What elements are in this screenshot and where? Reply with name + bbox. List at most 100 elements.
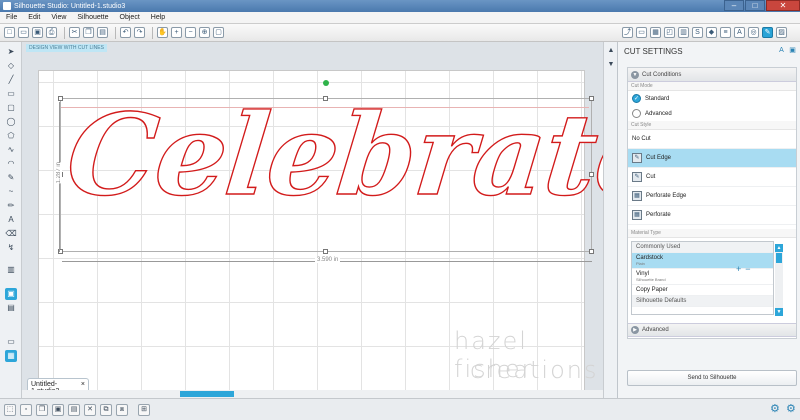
new-icon[interactable]: □	[4, 27, 15, 38]
edit-points-icon[interactable]: ◇	[5, 60, 17, 72]
send-icon[interactable]: ⤴	[622, 27, 633, 38]
library-icon[interactable]: ▥	[678, 27, 689, 38]
resize-handle[interactable]	[589, 249, 594, 254]
close-tab-icon[interactable]: ×	[81, 381, 85, 388]
trace-icon[interactable]: ▨	[776, 27, 787, 38]
pencil-tool-icon[interactable]: ✏	[5, 200, 17, 212]
print-icon[interactable]: ⎙	[46, 27, 57, 38]
weld-icon[interactable]: ⊞	[138, 404, 150, 416]
send-to-silhouette-button[interactable]: Send to Silhouette	[627, 370, 797, 386]
menu-help[interactable]: Help	[151, 14, 165, 21]
undo-icon[interactable]: ↶	[120, 27, 131, 38]
cut-style-cut[interactable]: ✎ Cut	[628, 168, 796, 187]
line-tool-icon[interactable]: ╱	[5, 74, 17, 86]
redo-icon[interactable]: ↷	[134, 27, 145, 38]
ungroup-icon[interactable]: ▤	[68, 404, 80, 416]
document-tab[interactable]: Untitled-1.studio3 ×	[27, 378, 89, 395]
polygon-tool-icon[interactable]: ⬠	[5, 130, 17, 142]
store-panel-icon[interactable]: ▦	[5, 350, 17, 362]
design-page-icon[interactable]: ▣	[5, 288, 17, 300]
resize-handle[interactable]	[323, 249, 328, 254]
group-icon[interactable]: ▣	[52, 404, 64, 416]
copy-icon[interactable]: ❐	[83, 27, 94, 38]
duplicate-icon[interactable]: ❐	[36, 404, 48, 416]
add-material-button[interactable]: +	[736, 264, 741, 274]
panel-close-icon[interactable]: ▣	[788, 46, 797, 55]
maximize-button[interactable]: □	[745, 0, 765, 11]
release-compound-icon[interactable]: ⧈	[116, 404, 128, 416]
text-icon[interactable]: A	[734, 27, 745, 38]
remove-material-button[interactable]: −	[745, 264, 750, 274]
scroll-up-arrow[interactable]: ▲	[775, 244, 783, 252]
pan-icon[interactable]: ✋	[157, 27, 168, 38]
fill-icon[interactable]: ◆	[706, 27, 717, 38]
minimize-button[interactable]: –	[724, 0, 744, 11]
zoom-in-icon[interactable]: +	[171, 27, 182, 38]
menu-object[interactable]: Object	[120, 14, 140, 21]
scroll-down-arrow[interactable]: ▼	[775, 308, 783, 316]
zoom-select-icon[interactable]: ⊕	[199, 27, 210, 38]
delete-icon[interactable]: ✕	[84, 404, 96, 416]
close-button[interactable]: ✕	[766, 0, 800, 11]
standard-radio[interactable]: ✓	[632, 94, 641, 103]
smooth-freehand-icon[interactable]: ~	[5, 186, 17, 198]
horizontal-scrollbar[interactable]	[22, 390, 603, 398]
resize-handle[interactable]	[58, 96, 63, 101]
library-panel-icon[interactable]: ▭	[5, 336, 17, 348]
advanced-radio[interactable]	[632, 109, 641, 118]
freehand-tool-icon[interactable]: ✎	[5, 172, 17, 184]
zoom-out-icon[interactable]: −	[185, 27, 196, 38]
select-tool-icon[interactable]: ➤	[5, 46, 17, 58]
make-compound-icon[interactable]: ⧉	[100, 404, 112, 416]
knife-tool-icon[interactable]: ↯	[5, 242, 17, 254]
material-item[interactable]: Copy Paper	[632, 285, 773, 296]
panel-text-icon[interactable]: A	[777, 46, 786, 55]
grid-icon[interactable]: ▦	[650, 27, 661, 38]
registration-marks-icon[interactable]: ▤	[5, 302, 17, 314]
page-setup-icon[interactable]: ▭	[636, 27, 647, 38]
menu-silhouette[interactable]: Silhouette	[77, 14, 108, 21]
arc-tool-icon[interactable]: ◠	[5, 158, 17, 170]
deselect-icon[interactable]: ▫	[20, 404, 32, 416]
offset-icon[interactable]: ◎	[748, 27, 759, 38]
horizontal-scroll-thumb[interactable]	[180, 391, 234, 397]
store-icon[interactable]: S	[692, 27, 703, 38]
rotate-handle[interactable]	[323, 80, 329, 86]
menu-view[interactable]: View	[51, 14, 66, 21]
ellipse-tool-icon[interactable]: ◯	[5, 116, 17, 128]
standard-option[interactable]: ✓ Standard	[628, 91, 796, 106]
rectangle-tool-icon[interactable]: ▭	[5, 88, 17, 100]
advanced-mode-option[interactable]: Advanced	[628, 106, 796, 121]
canvas-area[interactable]: DESIGN VIEW WITH CUT LINES Celebrate 3.5…	[22, 42, 674, 400]
paste-icon[interactable]: ▤	[97, 27, 108, 38]
open-icon[interactable]: ▭	[18, 27, 29, 38]
cut-style-perforate[interactable]: ▦ Perforate	[628, 206, 796, 225]
rounded-rect-icon[interactable]: ▢	[5, 102, 17, 114]
material-list[interactable]: Commonly Used Cardstock Plain Vinyl Silh…	[631, 241, 783, 316]
settings-gear-icon[interactable]: ⚙	[770, 403, 782, 415]
celebrate-text-object[interactable]: Celebrate	[60, 89, 673, 221]
cut-style-cut-edge[interactable]: ✎ Cut Edge	[628, 149, 796, 168]
expand-triangle-icon[interactable]: ▶	[631, 326, 639, 334]
cut-icon[interactable]: ✂	[69, 27, 80, 38]
fit-page-icon[interactable]: ▢	[213, 27, 224, 38]
material-scroll-thumb[interactable]	[776, 253, 782, 263]
text-tool-icon[interactable]: A	[5, 214, 17, 226]
eraser-tool-icon[interactable]: ⌫	[5, 228, 17, 240]
advanced-section-header[interactable]: ▶ Advanced	[628, 323, 796, 337]
send-to-silhouette-icon[interactable]: ✎	[762, 27, 773, 38]
registration-icon[interactable]: ◰	[664, 27, 675, 38]
fill-panel-icon[interactable]: ▥	[5, 264, 17, 276]
menu-file[interactable]: File	[6, 14, 17, 21]
select-all-icon[interactable]: ⬚	[4, 404, 16, 416]
collapse-triangle-icon[interactable]: ▼	[631, 70, 639, 79]
cut-conditions-header[interactable]: ▼ Cut Conditions	[628, 68, 796, 82]
panel-collapse-icon[interactable]: ▲	[606, 46, 616, 56]
menu-edit[interactable]: Edit	[28, 14, 40, 21]
curve-tool-icon[interactable]: ∿	[5, 144, 17, 156]
cut-style-no-cut[interactable]: No Cut	[628, 130, 796, 149]
cut-style-perforate-edge[interactable]: ▦ Perforate Edge	[628, 187, 796, 206]
save-icon[interactable]: ▣	[32, 27, 43, 38]
panel-expand-icon[interactable]: ▼	[606, 60, 616, 70]
material-list-scrollbar[interactable]: ▲ ▼	[775, 244, 783, 316]
